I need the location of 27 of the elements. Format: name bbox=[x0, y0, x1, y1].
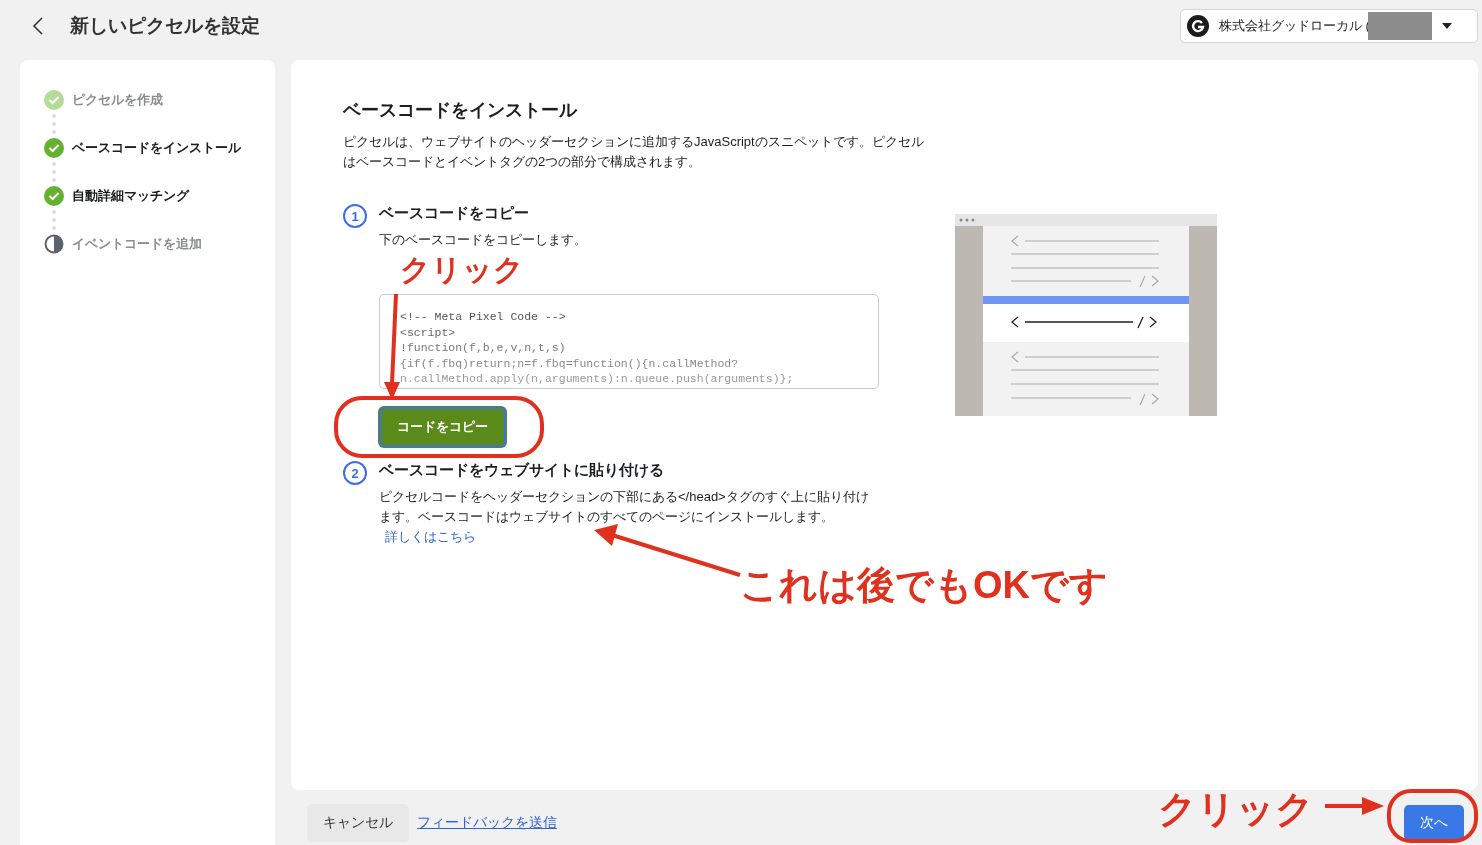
step-text: ピクセルコードをヘッダーセクションの下部にある</head>タグのすぐ上に貼り付けます。ベースコードはウェブサイトのすべてのページにインストールします。 詳しくはこちら bbox=[379, 488, 870, 546]
copy-code-button[interactable]: コードをコピー bbox=[379, 407, 506, 447]
logo-icon bbox=[1187, 15, 1209, 37]
step-label[interactable]: ベースコードをインストール bbox=[72, 138, 241, 158]
caret-icon bbox=[1441, 23, 1452, 29]
description-text: ピクセルは、ウェブサイトのヘッダーセクションに追加するJavaScriptのスニペットです。ピクセルはベースコードとイベントタグの2つの部分で構成されます。 bbox=[343, 133, 925, 171]
step-title: ベースコードをコピー bbox=[379, 204, 530, 223]
step-label[interactable]: 自動詳細マッチング bbox=[72, 186, 189, 206]
annotation-text: これは後でもOKです bbox=[740, 563, 1108, 608]
learn-more-link[interactable]: 詳しくはこちら bbox=[385, 529, 476, 544]
annotation-text: クリック bbox=[400, 254, 524, 286]
cancel-button[interactable]: キャンセル bbox=[307, 804, 409, 842]
step-text: 下のベースコードをコピーします。 bbox=[379, 231, 588, 249]
step-title: ベースコードをウェブサイトに貼り付ける bbox=[379, 461, 665, 480]
feedback-link[interactable]: フィードバックを送信 bbox=[417, 814, 557, 832]
page-title: 新しいピクセルを設定 bbox=[70, 14, 260, 38]
annotation-arrow bbox=[1325, 797, 1384, 815]
back-icon[interactable] bbox=[32, 16, 44, 36]
section-title: ベースコードをインストール bbox=[343, 99, 579, 122]
annotation-text: クリック bbox=[1158, 787, 1314, 832]
next-button[interactable]: 次へ bbox=[1404, 805, 1464, 841]
step-number: 1 bbox=[343, 204, 367, 228]
step-number: 2 bbox=[343, 461, 367, 485]
step-label[interactable]: イベントコードを追加 bbox=[72, 234, 202, 254]
step-label[interactable]: ピクセルを作成 bbox=[72, 90, 163, 110]
code-box[interactable]: <!-- Meta Pixel Code --> <script> !function(f,b,e,v,n,t,s) {if(f.fbq)return;n=f.fbq=function(){n.callMethod? n.callMethod.apply(n,arguments):n.queue.push(arguments)}; bbox=[379, 294, 879, 389]
redacted-block bbox=[1367, 12, 1432, 40]
